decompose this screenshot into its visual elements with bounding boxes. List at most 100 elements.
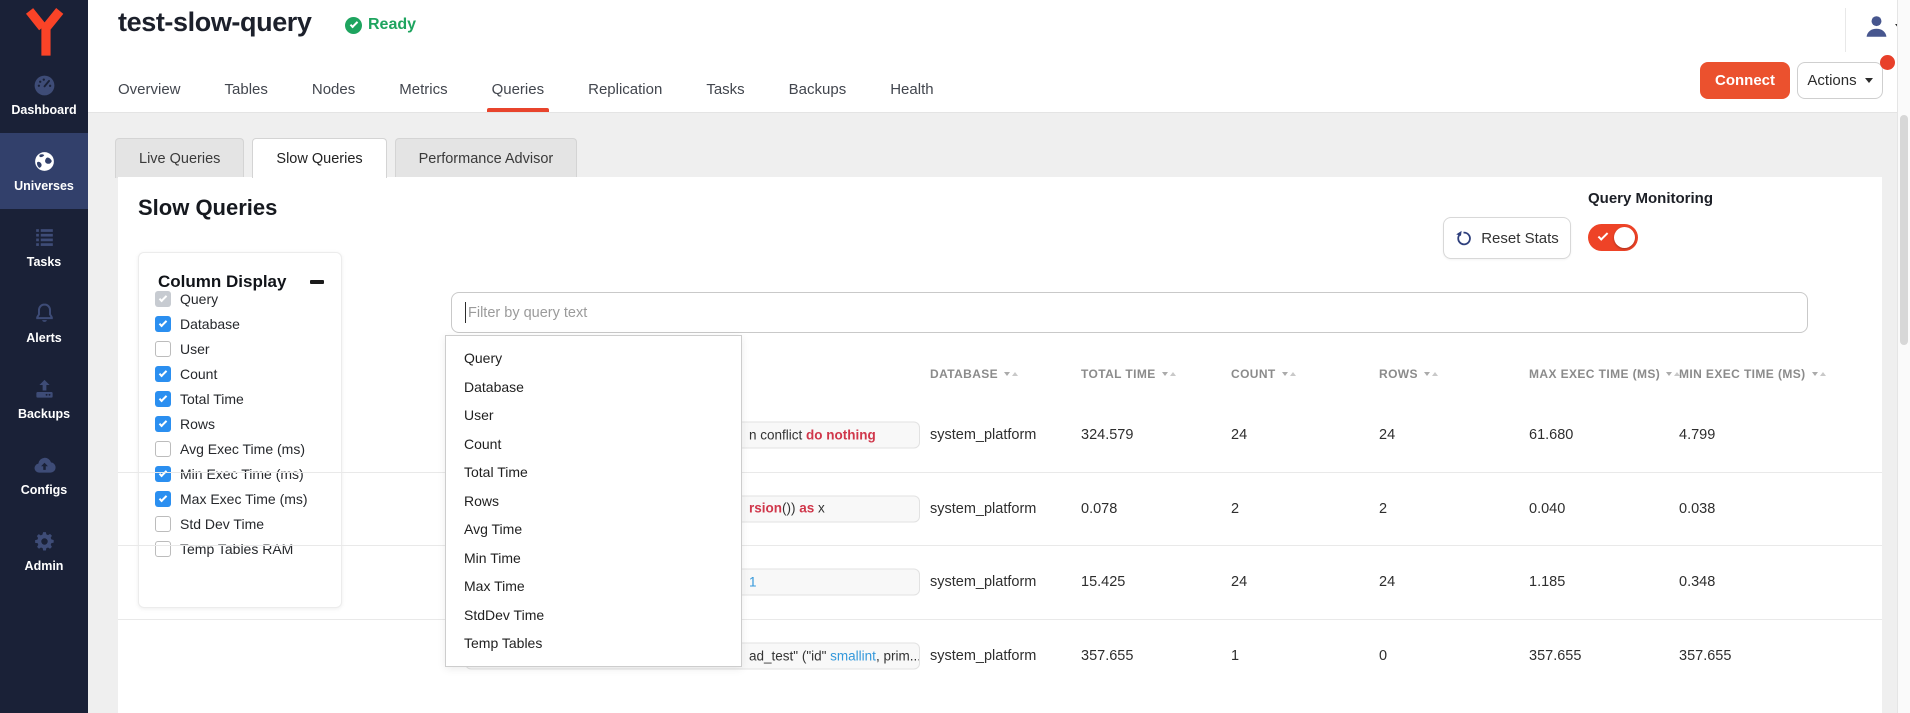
dropdown-item-database[interactable]: Database bbox=[446, 373, 741, 402]
sidebar-item-backups[interactable]: Backups bbox=[0, 361, 88, 437]
nav-tab-metrics[interactable]: Metrics bbox=[399, 66, 447, 112]
column-option-user[interactable]: User bbox=[155, 336, 335, 361]
column-option-count[interactable]: Count bbox=[155, 361, 335, 386]
nav-tab-health[interactable]: Health bbox=[890, 66, 933, 112]
cell-count: 24 bbox=[1231, 427, 1247, 443]
table-row[interactable]: 1system_platform15.42524241.1850.348 bbox=[118, 546, 1882, 620]
sort-arrows-icon[interactable] bbox=[1812, 372, 1826, 376]
sidebar-item-label: Backups bbox=[18, 407, 70, 421]
dropdown-item-total-time[interactable]: Total Time bbox=[446, 458, 741, 487]
dropdown-item-user[interactable]: User bbox=[446, 401, 741, 430]
dropdown-item-query[interactable]: Query bbox=[446, 344, 741, 373]
collapse-minus-icon[interactable] bbox=[310, 280, 324, 284]
column-header-label: MIN EXEC TIME (MS) bbox=[1679, 367, 1806, 381]
dashboard-icon bbox=[32, 73, 57, 98]
nav-tab-backups[interactable]: Backups bbox=[789, 66, 847, 112]
checkbox-count[interactable] bbox=[155, 366, 171, 382]
table-row[interactable]: n conflict do nothingsystem_platform324.… bbox=[118, 399, 1882, 473]
cell-min_exec_time: 0.038 bbox=[1679, 501, 1715, 517]
nav-tab-nodes[interactable]: Nodes bbox=[312, 66, 355, 112]
column-header-total-time[interactable]: TOTAL TIME bbox=[1081, 367, 1176, 381]
actions-button[interactable]: Actions bbox=[1797, 62, 1883, 99]
sidebar: Dashboard Universes Tasks Alerts Backups Conf… bbox=[0, 0, 88, 713]
universe-title: test-slow-query bbox=[118, 7, 312, 38]
column-header-label: COUNT bbox=[1231, 367, 1276, 381]
nav-tabs: Overview Tables Nodes Metrics Queries Replica… bbox=[118, 66, 934, 112]
cell-database: system_platform bbox=[930, 574, 1036, 590]
nav-tab-overview[interactable]: Overview bbox=[118, 66, 181, 112]
sidebar-item-label: Dashboard bbox=[11, 103, 76, 117]
query-filter-input[interactable] bbox=[451, 292, 1808, 333]
sort-arrows-icon[interactable] bbox=[1004, 372, 1018, 376]
tasks-icon bbox=[32, 225, 57, 250]
dropdown-item-max-time[interactable]: Max Time bbox=[446, 572, 741, 601]
dropdown-item-avg-time[interactable]: Avg Time bbox=[446, 515, 741, 544]
column-option-database[interactable]: Database bbox=[155, 311, 335, 336]
connect-button[interactable]: Connect bbox=[1700, 62, 1790, 99]
cell-count: 2 bbox=[1231, 501, 1239, 517]
column-option-label: Query bbox=[180, 291, 218, 307]
sort-arrows-icon[interactable] bbox=[1424, 372, 1438, 376]
nav-tab-queries[interactable]: Queries bbox=[492, 66, 545, 112]
cell-count: 24 bbox=[1231, 574, 1247, 590]
sidebar-item-universes[interactable]: Universes bbox=[0, 133, 88, 209]
reset-stats-label: Reset Stats bbox=[1481, 230, 1559, 247]
yugabyte-logo-icon[interactable] bbox=[23, 7, 65, 53]
dropdown-item-count[interactable]: Count bbox=[446, 430, 741, 459]
toggle-check-icon bbox=[1598, 230, 1609, 241]
cell-rows: 24 bbox=[1379, 427, 1395, 443]
dropdown-item-rows[interactable]: Rows bbox=[446, 487, 741, 516]
column-header-max-exec-time-ms[interactable]: MAX EXEC TIME (MS) bbox=[1529, 367, 1680, 381]
nav-tab-tables[interactable]: Tables bbox=[225, 66, 268, 112]
sort-arrows-icon[interactable] bbox=[1282, 372, 1296, 376]
cell-total_time: 324.579 bbox=[1081, 427, 1133, 443]
sidebar-item-tasks[interactable]: Tasks bbox=[0, 209, 88, 285]
column-header-min-exec-time-ms[interactable]: MIN EXEC TIME (MS) bbox=[1679, 367, 1826, 381]
sidebar-item-dashboard[interactable]: Dashboard bbox=[0, 57, 88, 133]
table-body: n conflict do nothingsystem_platform324.… bbox=[118, 399, 1882, 693]
cell-rows: 0 bbox=[1379, 648, 1387, 664]
reset-stats-button[interactable]: Reset Stats bbox=[1443, 217, 1571, 259]
table-row[interactable]: ad_test" ("id" smallint, prim...system_p… bbox=[118, 620, 1882, 694]
query-monitoring-toggle[interactable] bbox=[1588, 224, 1638, 251]
subtab-live-queries[interactable]: Live Queries bbox=[115, 138, 244, 178]
checkbox-database[interactable] bbox=[155, 316, 171, 332]
column-header-label: ROWS bbox=[1379, 367, 1418, 381]
text-cursor bbox=[465, 302, 466, 323]
table-row[interactable]: rsion()) as xsystem_platform0.078220.040… bbox=[118, 473, 1882, 547]
column-header-count[interactable]: COUNT bbox=[1231, 367, 1296, 381]
cloud-icon bbox=[32, 453, 57, 478]
subtab-slow-queries[interactable]: Slow Queries bbox=[252, 138, 386, 178]
cell-max_exec_time: 61.680 bbox=[1529, 427, 1573, 443]
scrollbar-thumb[interactable] bbox=[1900, 115, 1908, 345]
cell-max_exec_time: 1.185 bbox=[1529, 574, 1565, 590]
sidebar-item-configs[interactable]: Configs bbox=[0, 437, 88, 513]
scrollbar[interactable] bbox=[1897, 0, 1910, 713]
user-icon bbox=[1862, 12, 1891, 41]
cell-total_time: 0.078 bbox=[1081, 501, 1117, 517]
app-window: Dashboard Universes Tasks Alerts Backups Conf… bbox=[0, 0, 1910, 713]
column-filter-dropdown: QueryDatabaseUserCountTotal TimeRowsAvg … bbox=[445, 335, 742, 667]
sidebar-item-label: Tasks bbox=[27, 255, 62, 269]
sidebar-item-label: Universes bbox=[14, 179, 74, 193]
sidebar-item-admin[interactable]: Admin bbox=[0, 513, 88, 589]
column-option-label: Database bbox=[180, 316, 240, 332]
column-option-label: User bbox=[180, 341, 210, 357]
checkbox-query[interactable] bbox=[155, 291, 171, 307]
dropdown-item-min-time[interactable]: Min Time bbox=[446, 544, 741, 573]
subtab-performance-advisor[interactable]: Performance Advisor bbox=[395, 138, 578, 178]
cell-database: system_platform bbox=[930, 427, 1036, 443]
dropdown-item-temp-tables[interactable]: Temp Tables bbox=[446, 629, 741, 658]
cell-min_exec_time: 4.799 bbox=[1679, 427, 1715, 443]
checkbox-user[interactable] bbox=[155, 341, 171, 357]
column-option-query[interactable]: Query bbox=[155, 286, 335, 311]
dropdown-item-stddev-time[interactable]: StdDev Time bbox=[446, 601, 741, 630]
cell-min_exec_time: 0.348 bbox=[1679, 574, 1715, 590]
column-header-database[interactable]: DATABASE bbox=[930, 367, 1018, 381]
column-header-rows[interactable]: ROWS bbox=[1379, 367, 1438, 381]
sort-arrows-icon[interactable] bbox=[1162, 372, 1176, 376]
nav-tab-replication[interactable]: Replication bbox=[588, 66, 662, 112]
nav-tab-tasks[interactable]: Tasks bbox=[706, 66, 744, 112]
actions-label: Actions bbox=[1807, 72, 1856, 89]
sidebar-item-alerts[interactable]: Alerts bbox=[0, 285, 88, 361]
